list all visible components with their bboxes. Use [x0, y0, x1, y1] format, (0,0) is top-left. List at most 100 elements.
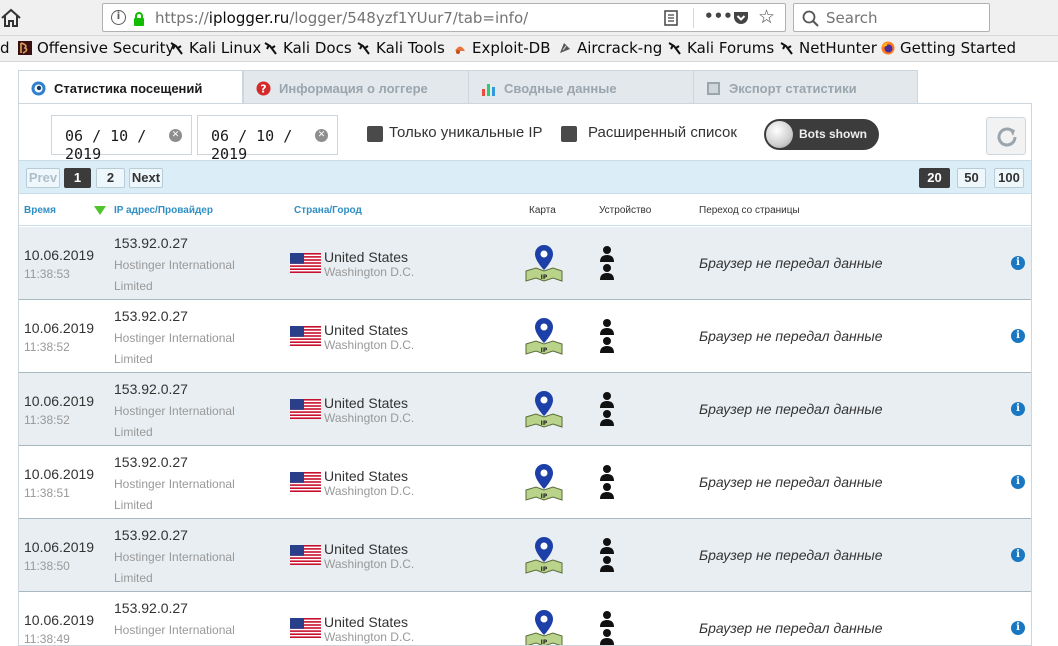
clear-icon[interactable]: ✕: [169, 129, 182, 142]
info-icon[interactable]: i: [1011, 475, 1025, 489]
bookmark-kali-docs[interactable]: Kali Docs: [264, 39, 352, 59]
ip-address[interactable]: 153.92.0.27: [114, 600, 188, 616]
bookmark-label: Exploit-DB: [472, 39, 551, 57]
site-info-icon[interactable]: i: [111, 10, 126, 25]
page-size-50-button[interactable]: 50: [957, 168, 986, 188]
page-size-20-button[interactable]: 20: [919, 168, 950, 188]
map-pin-icon[interactable]: IP: [524, 462, 564, 502]
col-map: Карта: [529, 205, 556, 216]
col-time[interactable]: Время: [24, 205, 56, 216]
url-bar-divider: [693, 8, 694, 28]
visit-time: 11:38:52: [24, 340, 70, 354]
bookmark-star-icon[interactable]: ☆: [758, 6, 775, 28]
bookmark-nethunter[interactable]: NetHunter: [780, 39, 877, 59]
referrer-text: Браузер не передал данные: [699, 328, 883, 344]
visit-date: 10.06.2019: [24, 320, 95, 336]
pocket-icon[interactable]: [733, 10, 749, 26]
svg-text:IP: IP: [541, 420, 548, 427]
tab-export[interactable]: Экспорт статистики: [693, 70, 918, 104]
col-ip[interactable]: IP адрес/Провайдер: [114, 205, 213, 216]
referrer-text: Браузер не передал данные: [699, 547, 883, 563]
kali-dragon-icon: [357, 41, 371, 55]
map-pin-icon[interactable]: IP: [524, 243, 564, 283]
bar-chart-icon: [481, 81, 496, 96]
unique-ip-checkbox[interactable]: [367, 126, 383, 142]
url-bar[interactable]: i https://iplogger.ru/logger/548yzf1YUur…: [102, 3, 786, 32]
us-flag-icon: [290, 399, 321, 419]
device-icon: [599, 245, 615, 283]
bookmark-kali-tools[interactable]: Kali Tools: [357, 39, 445, 59]
ip-address[interactable]: 153.92.0.27: [114, 527, 188, 543]
bookmark-label: NetHunter: [799, 39, 877, 57]
tab-summary[interactable]: Сводные данные: [468, 70, 694, 104]
bookmark-aircrack-ng[interactable]: Aircrack-ng: [558, 39, 662, 59]
info-icon[interactable]: i: [1011, 256, 1025, 270]
device-icon: [599, 464, 615, 502]
page-size-100-button[interactable]: 100: [994, 168, 1024, 188]
visit-date: 10.06.2019: [24, 539, 95, 555]
visit-date: 10.06.2019: [24, 393, 95, 409]
bookmark-getting-started[interactable]: Getting Started: [881, 39, 1016, 59]
bookmark-kali-linux[interactable]: Kali Linux: [170, 39, 261, 59]
tab-visit-stats[interactable]: Статистика посещений: [18, 70, 243, 104]
table-header: Время IP адрес/Провайдер Страна/Город Ка…: [19, 194, 1031, 226]
provider-name: Hostinger International Limited: [114, 550, 235, 585]
city-name: Washington D.C.: [324, 630, 415, 644]
map-pin-icon[interactable]: IP: [524, 316, 564, 356]
refresh-button[interactable]: [986, 117, 1026, 155]
info-icon[interactable]: i: [1011, 621, 1025, 635]
bookmark-offensive-security[interactable]: Offensive Security: [18, 39, 174, 59]
eye-icon: [31, 81, 46, 96]
info-icon[interactable]: i: [1011, 329, 1025, 343]
bookmark-kali-forums[interactable]: Kali Forums: [668, 39, 774, 59]
table-row: 10.06.2019 11:38:52 153.92.0.27 Hostinge…: [19, 300, 1031, 373]
ip-address[interactable]: 153.92.0.27: [114, 454, 188, 470]
ip-address[interactable]: 153.92.0.27: [114, 381, 188, 397]
map-pin-icon[interactable]: IP: [524, 608, 564, 645]
table-row: 10.06.2019 11:38:51 153.92.0.27 Hostinge…: [19, 446, 1031, 519]
visit-time: 11:38:53: [24, 267, 70, 281]
bookmark-exploit-db[interactable]: Exploit-DB: [453, 39, 551, 59]
firefox-icon: [881, 41, 895, 55]
city-name: Washington D.C.: [324, 411, 415, 425]
ip-address[interactable]: 153.92.0.27: [114, 235, 188, 251]
date-to-input[interactable]: 06 / 10 / 2019 ✕: [197, 115, 338, 163]
ip-address[interactable]: 153.92.0.27: [114, 308, 188, 324]
bookmark-label: Getting Started: [900, 39, 1016, 57]
col-device: Устройство: [599, 205, 652, 216]
referrer-text: Браузер не передал данные: [699, 620, 883, 636]
visit-date: 10.06.2019: [24, 612, 95, 628]
toggle-knob[interactable]: [766, 121, 793, 148]
search-icon: [802, 10, 819, 27]
map-pin-icon[interactable]: IP: [524, 389, 564, 429]
url-prefix: https://: [155, 9, 209, 27]
us-flag-icon: [290, 253, 321, 273]
reader-view-icon[interactable]: [664, 10, 678, 26]
page-2-button[interactable]: 2: [96, 168, 125, 188]
tab-logger-info[interactable]: ? Информация о логгере: [243, 70, 469, 104]
bookmark-overflow-fragment[interactable]: d: [0, 39, 10, 59]
extended-list-label[interactable]: Расширенный список: [588, 124, 737, 141]
info-icon[interactable]: i: [1011, 548, 1025, 562]
bookmarks-toolbar: d Offensive Security Kali Linux Kali Doc…: [0, 36, 1058, 62]
unique-ip-label[interactable]: Только уникальные IP: [389, 124, 543, 141]
col-country[interactable]: Страна/Город: [294, 205, 362, 216]
info-icon[interactable]: i: [1011, 402, 1025, 416]
sort-desc-icon[interactable]: [94, 206, 106, 215]
lock-icon[interactable]: [133, 11, 145, 26]
table-row: 10.06.2019 11:38:52 153.92.0.27 Hostinge…: [19, 373, 1031, 446]
prev-page-button[interactable]: Prev: [26, 168, 60, 188]
device-icon: [599, 537, 615, 575]
page-1-button[interactable]: 1: [64, 168, 91, 188]
next-page-button[interactable]: Next: [129, 168, 163, 188]
bots-toggle[interactable]: Bots shown: [764, 119, 879, 150]
extended-list-checkbox[interactable]: [561, 126, 577, 142]
page-actions-icon[interactable]: •••: [704, 7, 733, 25]
date-from-input[interactable]: 06 / 10 / 2019 ✕: [51, 115, 192, 163]
country-name: United States: [324, 541, 409, 557]
clear-icon[interactable]: ✕: [315, 129, 328, 142]
map-pin-icon[interactable]: IP: [524, 535, 564, 575]
search-box[interactable]: Search: [793, 3, 990, 32]
tab-label: Экспорт статистики: [729, 81, 857, 96]
home-icon[interactable]: [0, 6, 22, 30]
